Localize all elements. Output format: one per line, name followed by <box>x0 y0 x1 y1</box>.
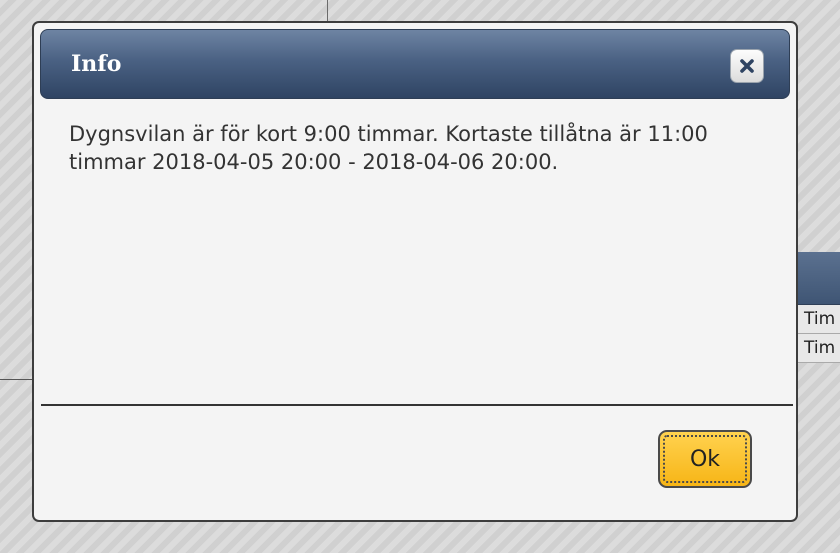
dialog-header: Info <box>40 29 790 99</box>
close-button[interactable] <box>730 49 764 83</box>
ok-button[interactable]: Ok <box>658 430 752 488</box>
dialog-message: Dygnsvilan är för kort 9:00 timmar. Kort… <box>69 122 708 174</box>
dialog-divider <box>41 404 793 406</box>
background-table: Tim Tim <box>796 252 840 384</box>
background-table-row: Tim <box>796 334 840 363</box>
background-table-header <box>796 252 840 305</box>
close-icon <box>740 59 754 73</box>
background-table-row: Tim <box>796 305 840 334</box>
info-dialog: Info Dygnsvilan är för kort 9:00 timmar.… <box>32 21 798 522</box>
dialog-title: Info <box>71 51 122 77</box>
